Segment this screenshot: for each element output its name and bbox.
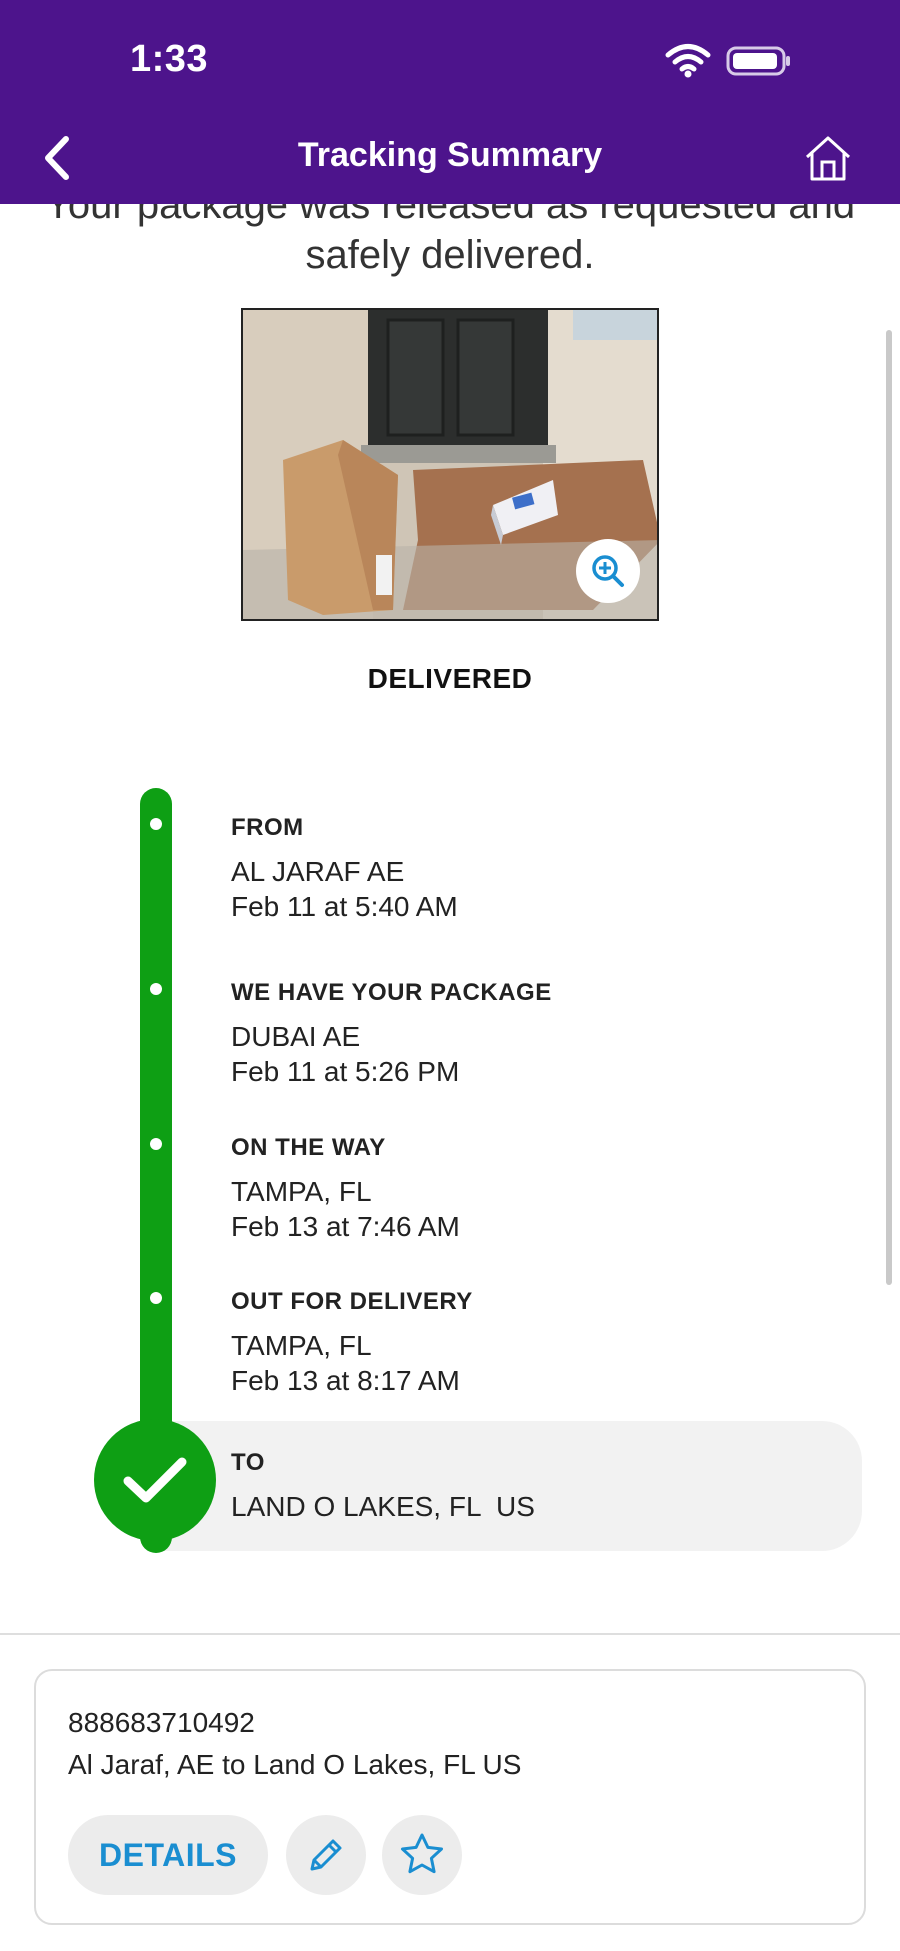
star-icon xyxy=(401,1833,443,1874)
event-time: Feb 11 at 5:40 AM xyxy=(231,891,458,922)
event-label: WE HAVE YOUR PACKAGE xyxy=(231,979,552,1006)
timeline-event-to: TO LAND O LAKES, FL US xyxy=(231,1449,535,1524)
delivery-photo[interactable] xyxy=(241,308,659,621)
delivery-status: DELIVERED xyxy=(367,663,533,694)
timeline-event-out-for-delivery: OUT FOR DELIVERY TAMPA, FL Feb 13 at 8:1… xyxy=(231,1288,473,1398)
tracking-number: 888683710492 xyxy=(68,1707,255,1738)
timeline-event-on-the-way: ON THE WAY TAMPA, FL Feb 13 at 7:46 AM xyxy=(231,1134,460,1244)
timeline-dot xyxy=(150,1138,162,1150)
timeline-dot xyxy=(150,1292,162,1304)
timeline-dot xyxy=(150,818,162,830)
home-icon xyxy=(805,136,851,181)
favorite-button[interactable] xyxy=(382,1815,462,1895)
delivered-check-badge xyxy=(94,1419,216,1541)
event-location: DUBAI AE xyxy=(231,1021,361,1052)
section-divider xyxy=(0,1633,900,1635)
event-location: TAMPA, FL xyxy=(231,1176,372,1207)
shipment-route: Al Jaraf, AE to Land O Lakes, FL US xyxy=(68,1749,522,1780)
timeline-dot xyxy=(150,983,162,995)
wifi-icon xyxy=(665,44,711,78)
event-time: Feb 13 at 7:46 AM xyxy=(231,1211,460,1242)
scrollbar[interactable] xyxy=(886,330,892,1285)
event-time: Feb 13 at 8:17 AM xyxy=(231,1365,460,1396)
nav-header: 1:33 Tracking Summary xyxy=(0,0,900,204)
event-location: LAND O LAKES, FL US xyxy=(231,1491,535,1522)
details-button[interactable]: DETAILS xyxy=(68,1815,268,1895)
zoom-in-icon xyxy=(592,555,624,587)
battery-icon xyxy=(726,46,790,76)
status-time: 1:33 xyxy=(130,38,209,80)
event-label: TO xyxy=(231,1449,265,1476)
tracking-content: Your package was released as requested a… xyxy=(0,0,900,1951)
event-label: FROM xyxy=(231,814,304,841)
event-label: OUT FOR DELIVERY xyxy=(231,1288,473,1315)
page-title: Tracking Summary xyxy=(297,136,603,174)
home-button[interactable] xyxy=(800,130,856,186)
zoom-photo-button[interactable] xyxy=(576,539,640,603)
checkmark-icon xyxy=(123,1457,187,1503)
event-location: TAMPA, FL xyxy=(231,1330,372,1361)
timeline-event-picked-up: WE HAVE YOUR PACKAGE DUBAI AE Feb 11 at … xyxy=(231,979,552,1089)
edit-button[interactable] xyxy=(286,1815,366,1895)
event-label: ON THE WAY xyxy=(231,1134,386,1161)
shipment-card: 888683710492 Al Jaraf, AE to Land O Lake… xyxy=(34,1669,866,1925)
delivery-message-line2: safely delivered. xyxy=(305,233,595,277)
timeline-event-from: FROM AL JARAF AE Feb 11 at 5:40 AM xyxy=(231,814,458,924)
event-time: Feb 11 at 5:26 PM xyxy=(231,1056,460,1087)
event-location: AL JARAF AE xyxy=(231,856,405,887)
pencil-icon xyxy=(310,1839,342,1871)
